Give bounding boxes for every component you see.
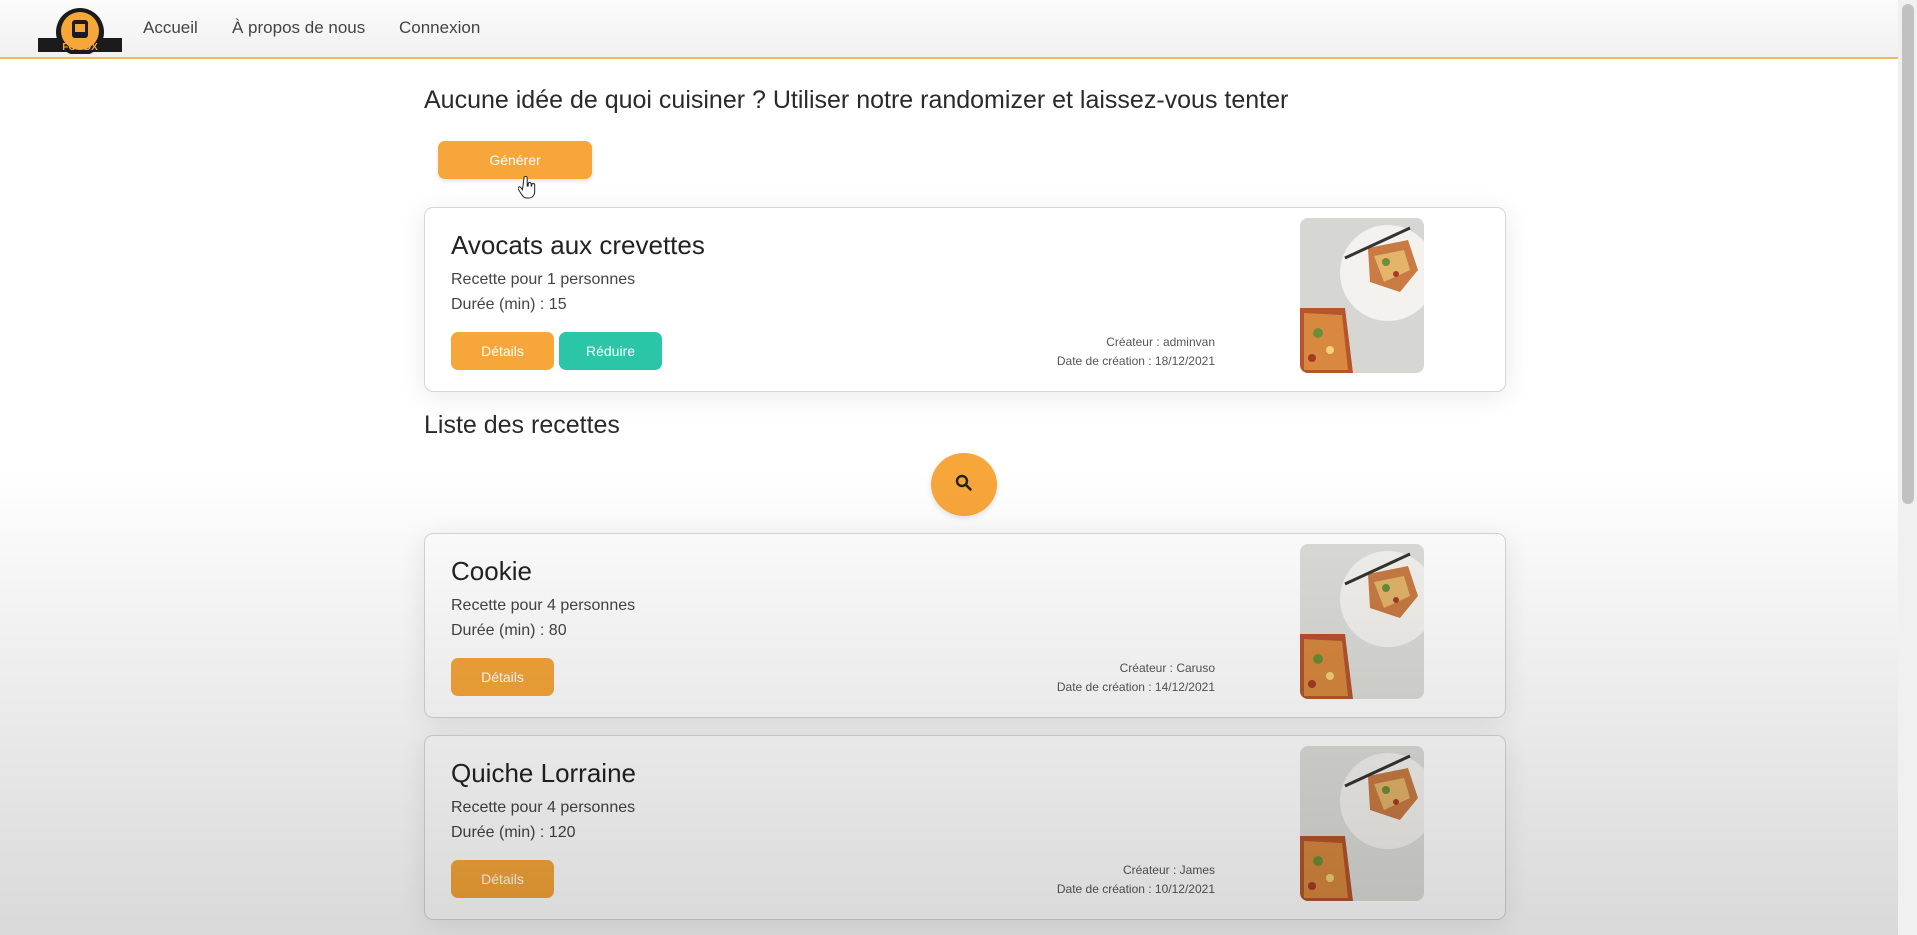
hand-cursor-icon bbox=[518, 176, 536, 199]
recipe-title: Quiche Lorraine bbox=[451, 758, 636, 788]
recipe-list-heading: Liste des recettes bbox=[424, 411, 620, 439]
recipe-created-date: Date de création : 18/12/2021 bbox=[1056, 354, 1215, 368]
recipe-card: Quiche Lorraine Recette pour 4 personnes… bbox=[424, 735, 1506, 920]
scrollbar-thumb[interactable] bbox=[1902, 4, 1914, 504]
nav-link-about[interactable]: À propos de nous bbox=[232, 18, 365, 38]
recipe-image bbox=[1300, 218, 1424, 373]
nav-link-home[interactable]: Accueil bbox=[143, 18, 198, 38]
randomizer-heading: Aucune idée de quoi cuisiner ? Utiliser … bbox=[424, 86, 1289, 114]
recipe-image bbox=[1300, 544, 1424, 699]
recipe-duration: Durée (min) : 120 bbox=[451, 824, 576, 841]
search-icon bbox=[955, 474, 972, 491]
recipe-created-date: Date de création : 10/12/2021 bbox=[1056, 882, 1215, 896]
foodx-logo[interactable]: FOODX bbox=[38, 4, 122, 54]
recipe-creator: Créateur : Caruso bbox=[1119, 661, 1215, 675]
random-recipe-card: Avocats aux crevettes Recette pour 1 per… bbox=[424, 207, 1506, 392]
reduce-button[interactable]: Réduire bbox=[559, 332, 662, 370]
recipe-title: Cookie bbox=[451, 556, 532, 586]
details-button[interactable]: Détails bbox=[451, 332, 554, 370]
generate-button[interactable]: Générer bbox=[438, 141, 592, 179]
recipe-creator: Créateur : adminvan bbox=[1106, 335, 1215, 349]
details-button[interactable]: Détails bbox=[451, 860, 554, 898]
recipe-card: Cookie Recette pour 4 personnes Durée (m… bbox=[424, 533, 1506, 718]
navbar: FOODX Accueil À propos de nous Connexion bbox=[0, 0, 1898, 59]
recipe-duration: Durée (min) : 80 bbox=[451, 622, 567, 639]
recipe-creator: Créateur : James bbox=[1122, 863, 1215, 877]
recipe-servings: Recette pour 1 personnes bbox=[451, 271, 636, 288]
svg-text:FOODX: FOODX bbox=[62, 42, 98, 53]
recipe-servings: Recette pour 4 personnes bbox=[451, 597, 636, 614]
nav-link-login[interactable]: Connexion bbox=[399, 18, 480, 38]
recipe-duration: Durée (min) : 15 bbox=[451, 296, 567, 313]
search-button[interactable] bbox=[931, 453, 997, 516]
recipe-image bbox=[1300, 746, 1424, 901]
recipe-servings: Recette pour 4 personnes bbox=[451, 799, 636, 816]
page-scrollbar[interactable] bbox=[1898, 0, 1917, 935]
recipe-title: Avocats aux crevettes bbox=[451, 230, 705, 260]
details-button[interactable]: Détails bbox=[451, 658, 554, 696]
recipe-created-date: Date de création : 14/12/2021 bbox=[1056, 680, 1215, 694]
